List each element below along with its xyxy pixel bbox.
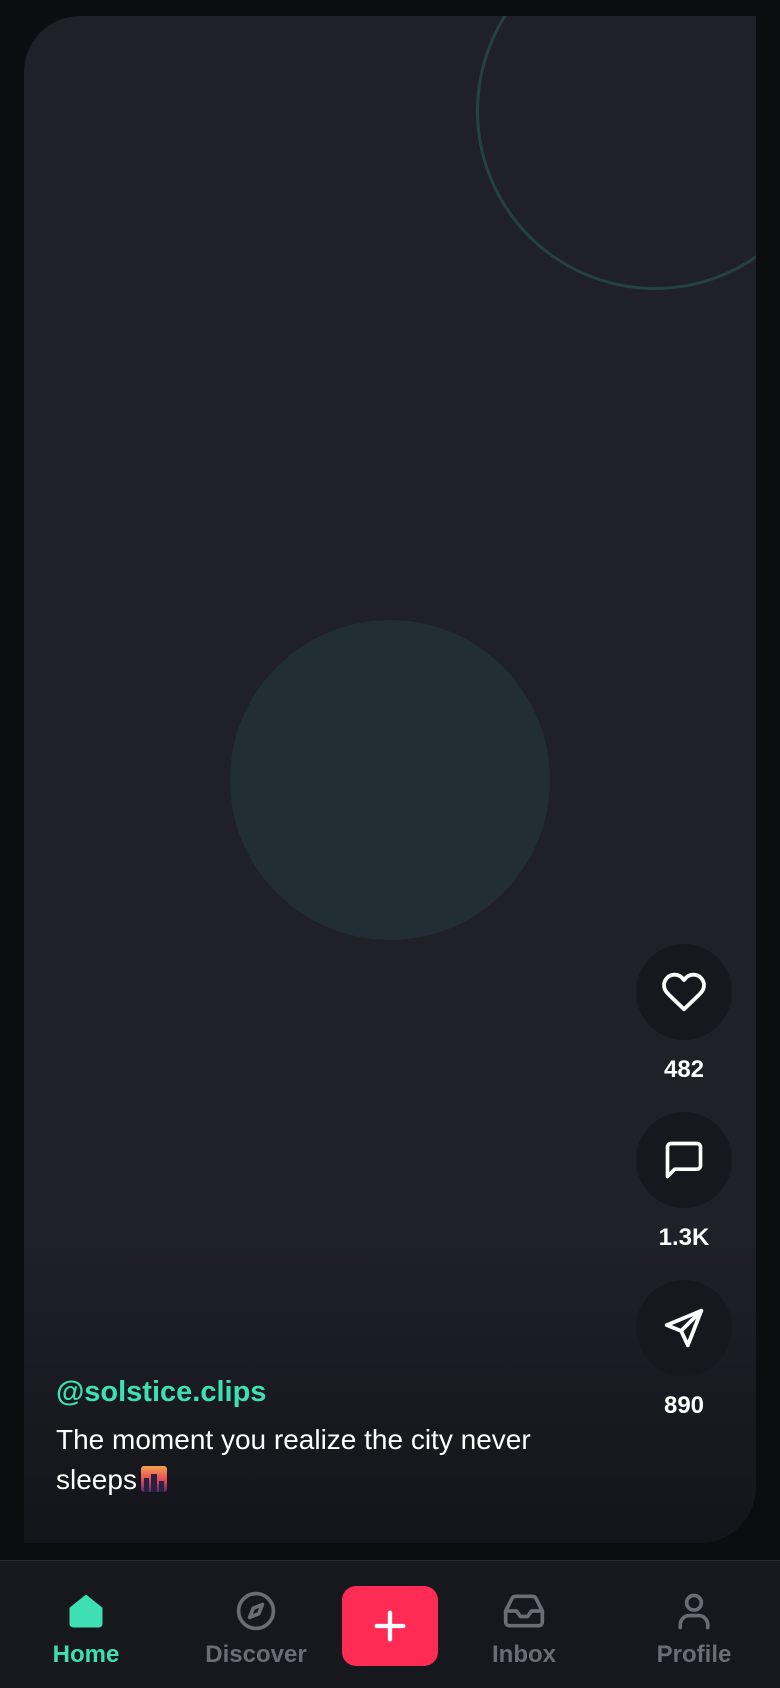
post-info: @solstice.clips The moment you realize t…	[56, 1372, 596, 1500]
nav-inbox[interactable]: Inbox	[454, 1589, 594, 1669]
nav-discover[interactable]: Discover	[186, 1589, 326, 1669]
comment-button[interactable]	[636, 1112, 732, 1208]
nav-inbox-label: Inbox	[492, 1641, 556, 1668]
post-caption: The moment you realize the city never sl…	[56, 1420, 596, 1500]
profile-icon	[672, 1589, 716, 1633]
nav-profile-label: Profile	[656, 1641, 732, 1668]
nav-home[interactable]: Home	[16, 1589, 156, 1669]
nav-discover-label: Discover	[205, 1641, 307, 1668]
send-icon	[664, 1308, 704, 1348]
creator-handle[interactable]: @solstice.clips	[56, 1372, 596, 1412]
like-button[interactable]	[636, 944, 732, 1040]
home-icon	[64, 1589, 108, 1633]
compass-icon	[234, 1589, 278, 1633]
nav-profile[interactable]: Profile	[624, 1589, 764, 1669]
decorative-orb	[230, 620, 550, 940]
heart-icon	[662, 972, 706, 1012]
inbox-icon	[502, 1589, 546, 1633]
comment-icon	[665, 1141, 703, 1179]
comment-count: 1.3K	[658, 1224, 710, 1251]
comment-action: 1.3K	[636, 1112, 732, 1252]
create-button[interactable]	[342, 1586, 438, 1666]
plus-icon	[374, 1610, 406, 1642]
like-count: 482	[663, 1056, 705, 1083]
share-count: 890	[663, 1392, 705, 1419]
like-action: 482	[636, 944, 732, 1084]
city-sunset-emoji	[140, 1466, 167, 1492]
nav-home-label: Home	[52, 1641, 120, 1668]
bottom-navigation: Home Discover Inbox Profile	[0, 1560, 780, 1688]
share-action: 890	[636, 1280, 732, 1420]
decorative-ring	[476, 16, 756, 290]
share-button[interactable]	[636, 1280, 732, 1376]
caption-text: The moment you realize the city never sl…	[56, 1424, 531, 1495]
video-card[interactable]: 482 1.3K 890 @solstice.clips The moment …	[24, 16, 756, 1543]
